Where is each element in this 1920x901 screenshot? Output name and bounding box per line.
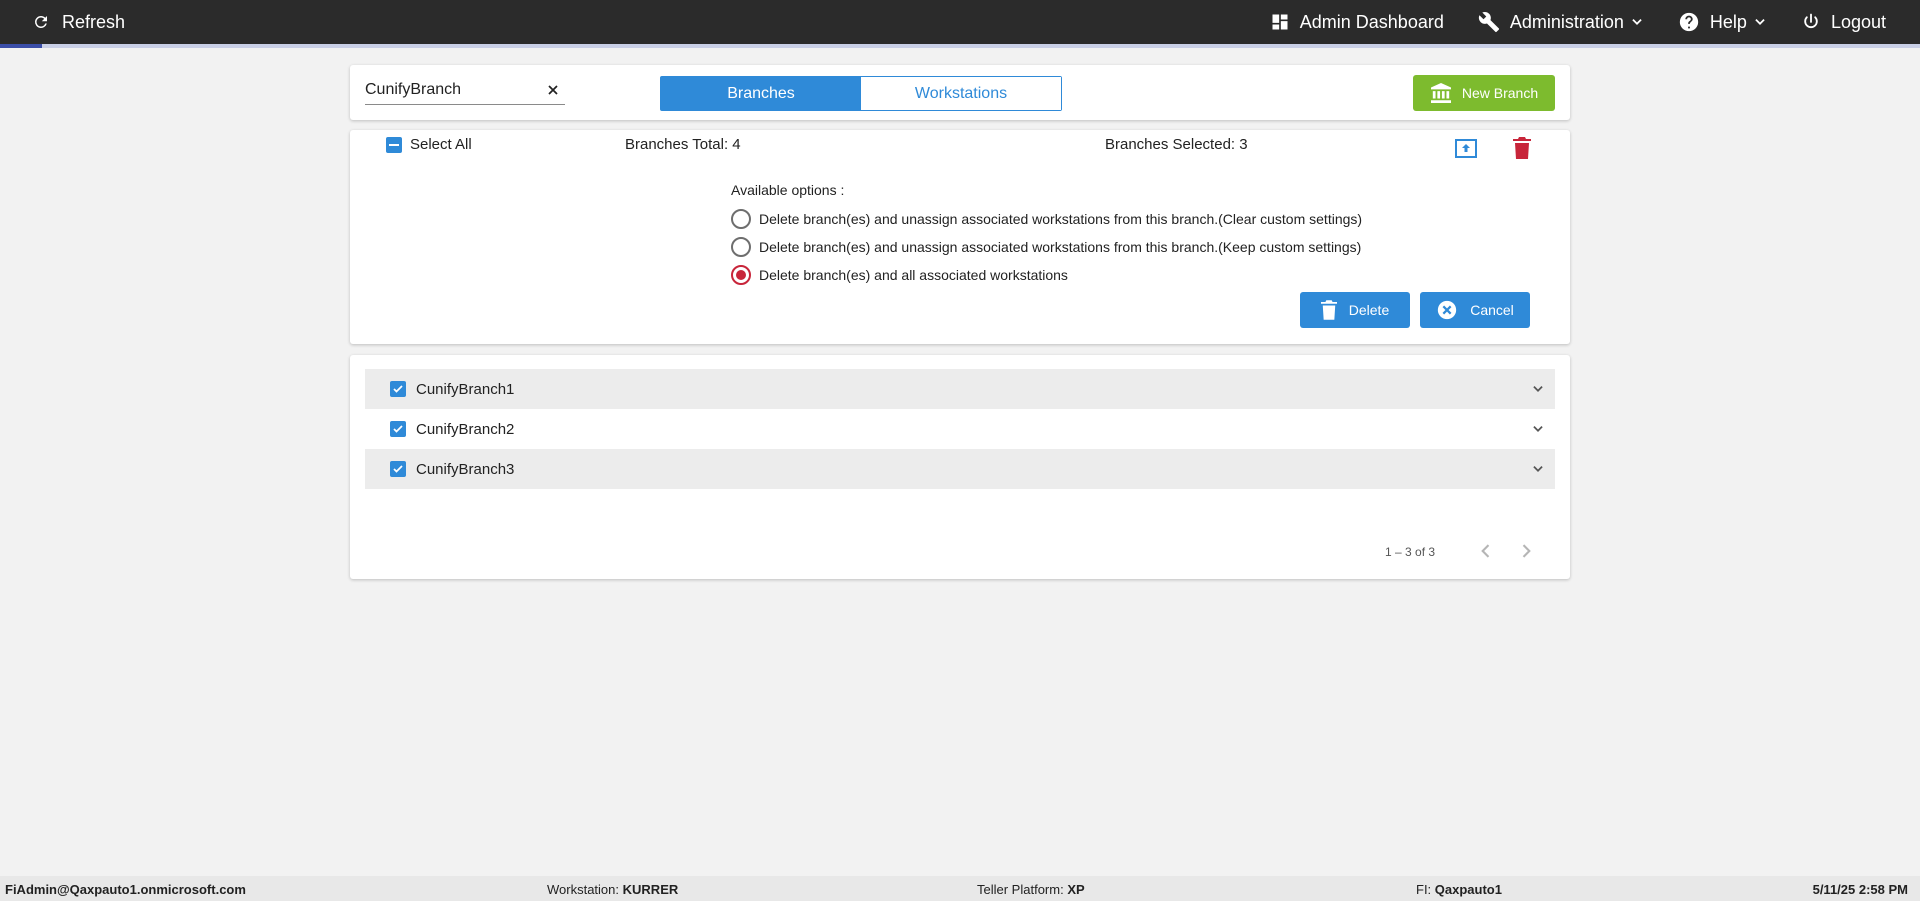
footer-fi-label: FI: [1416,882,1432,897]
option-delete-all[interactable]: Delete branch(es) and all associated wor… [731,265,1068,285]
administration-menu[interactable]: Administration [1478,11,1644,33]
select-all-checkbox[interactable]: Select All [386,136,472,153]
cancel-button[interactable]: Cancel [1420,292,1530,328]
option-label: Delete branch(es) and unassign associate… [759,211,1363,227]
branch-list: CunifyBranch1 CunifyBranch2 CunifyBranch… [350,355,1570,579]
option-keep-custom[interactable]: Delete branch(es) and unassign associate… [731,237,1361,257]
indeterminate-checkbox-icon [386,136,402,153]
logout-label: Logout [1830,11,1886,32]
export-button[interactable] [1454,136,1478,160]
admin-dashboard-link[interactable]: Admin Dashboard [1270,12,1444,33]
delete-options-panel: Select All Branches Total: 4 Branches Se… [350,130,1570,344]
power-icon [1804,13,1818,29]
new-branch-label: New Branch [1461,85,1539,101]
wrench-icon [1478,12,1499,33]
available-options-heading: Available options : [731,182,845,198]
chevron-down-icon[interactable] [1531,462,1545,476]
refresh-label: Refresh [62,11,126,32]
delete-icon-button[interactable] [1510,136,1534,160]
option-clear-custom[interactable]: Delete branch(es) and unassign associate… [731,209,1362,229]
refresh-icon [35,15,47,28]
footer-fi-value: Qaxpauto1 [1434,882,1502,897]
help-icon [1679,12,1699,32]
footer-teller-label: Teller Platform: [977,882,1064,897]
list-item[interactable]: CunifyBranch2 [365,409,1555,449]
footer-fi: FI: Qaxpauto1 [1416,882,1502,897]
branch-name: CunifyBranch2 [416,420,515,438]
radio-unchecked [731,209,751,229]
trash-icon [1513,137,1531,159]
footer-teller-value: XP [1067,882,1085,897]
help-label: Help [1709,11,1747,32]
cancel-circle-icon [1438,300,1457,320]
select-all-label: Select All [410,136,472,153]
search-field-wrap [365,79,565,105]
footer-user: FiAdmin@Qaxpauto1.onmicrosoft.com [5,882,246,897]
chevron-down-icon[interactable] [1531,422,1545,436]
row-checkbox[interactable] [390,421,406,437]
branches-selected: Branches Selected: 3 [1105,136,1248,153]
check-icon [393,385,403,393]
view-tabs: Branches Workstations [660,76,1062,111]
tab-branches[interactable]: Branches [661,77,861,110]
bank-icon [1430,83,1451,103]
administration-label: Administration [1509,11,1624,32]
check-icon [393,465,403,473]
upload-icon [1455,139,1477,158]
delete-button[interactable]: Delete [1300,292,1410,328]
close-icon[interactable] [545,82,561,98]
search-input[interactable] [365,79,545,99]
radio-checked [731,265,751,285]
nav-right: Admin Dashboard Administration Help Logo… [1236,0,1886,44]
list-item[interactable]: CunifyBranch1 [365,369,1555,409]
chevron-left-icon[interactable] [1476,541,1496,561]
row-checkbox[interactable] [390,461,406,477]
chevron-right-icon[interactable] [1516,541,1536,561]
footer-workstation-label: Workstation: [547,882,620,897]
branch-name: CunifyBranch1 [416,380,515,398]
chevron-down-icon [1755,19,1765,25]
footer-workstation-value: KURRER [622,882,679,897]
footer-workstation: Workstation: KURRER [547,882,678,897]
admin-dashboard-label: Admin Dashboard [1299,11,1444,32]
status-bar: FiAdmin@Qaxpauto1.onmicrosoft.com Workst… [0,876,1920,901]
row-checkbox[interactable] [390,381,406,397]
footer-datetime: 5/11/25 2:58 PM [1812,882,1908,897]
branches-total: Branches Total: 4 [625,136,741,153]
search-toolbar: Branches Workstations New Branch [350,65,1570,120]
logout-button[interactable]: Logout [1801,12,1886,33]
list-item[interactable]: CunifyBranch3 [365,449,1555,489]
branch-name: CunifyBranch3 [416,460,515,478]
loading-progress-bar [0,44,1920,48]
top-nav-bar: Refresh Admin Dashboard Administration H… [0,0,1920,44]
trash-icon [1320,300,1337,320]
delete-label: Delete [1348,302,1390,318]
refresh-button[interactable]: Refresh [32,12,125,33]
radio-unchecked [731,237,751,257]
option-label: Delete branch(es) and unassign associate… [759,239,1362,255]
check-icon [393,425,403,433]
new-branch-button[interactable]: New Branch [1413,75,1555,111]
dashboard-icon [1272,14,1288,30]
progress-fill [0,44,43,48]
tab-workstations[interactable]: Workstations [861,77,1061,110]
pager-range: 1 – 3 of 3 [1385,545,1436,559]
help-menu[interactable]: Help [1678,11,1767,33]
option-label: Delete branch(es) and all associated wor… [759,267,1068,283]
footer-teller-platform: Teller Platform: XP [977,882,1085,897]
chevron-down-icon [1632,19,1642,25]
chevron-down-icon[interactable] [1531,382,1545,396]
cancel-label: Cancel [1470,302,1514,318]
